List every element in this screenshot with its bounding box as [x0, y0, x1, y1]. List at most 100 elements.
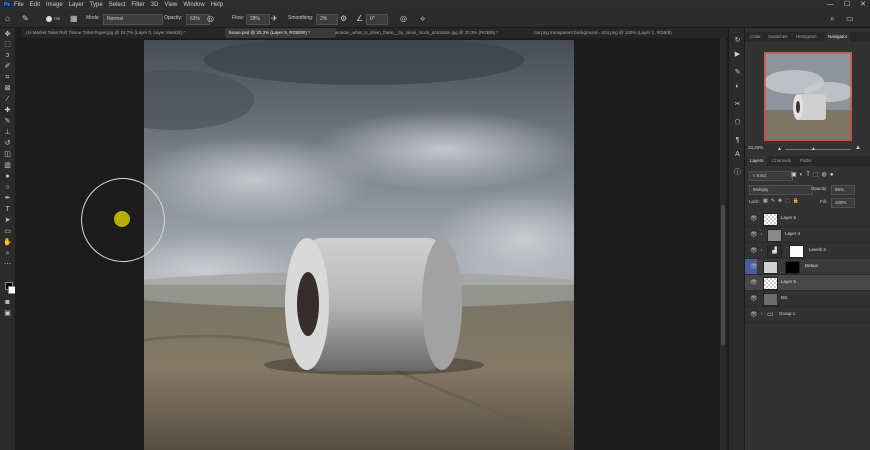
- flow-input[interactable]: 28%: [246, 14, 270, 25]
- frame-tool-icon[interactable]: ⊠: [3, 84, 12, 93]
- pressure-opacity-icon[interactable]: ◎: [207, 14, 214, 23]
- layer-row-bg[interactable]: 👁 BG: [745, 291, 870, 307]
- menu-view[interactable]: View: [164, 0, 177, 10]
- layer-row-layer-4[interactable]: 👁 ↓ Layer 4: [745, 227, 870, 243]
- brush-tool-icon[interactable]: ✎: [22, 14, 29, 23]
- quick-mask-icon[interactable]: ◙: [3, 298, 12, 307]
- smoothing-input[interactable]: 2%: [316, 14, 338, 25]
- group-expand-chevron-icon[interactable]: ›: [761, 311, 763, 317]
- layer-opacity-input[interactable]: 86%: [831, 185, 855, 195]
- crop-tool-icon[interactable]: ⌗: [3, 73, 12, 82]
- minimize-button[interactable]: —: [827, 0, 834, 10]
- history-brush-tool-icon[interactable]: ↺: [3, 139, 12, 148]
- visibility-eye-icon[interactable]: 👁: [750, 295, 758, 302]
- layer-row-mask[interactable]: 👁 Bевых: [745, 259, 870, 275]
- layer-row-group-1[interactable]: 👁 › ▭ Group 1: [745, 307, 870, 323]
- properties-panel-icon[interactable]: ✎: [733, 68, 742, 77]
- artboard-tool-icon[interactable]: ⬚: [3, 40, 12, 49]
- tab-toilet-paper[interactable]: Us Market Toilet Roll Tissue Toilet Pape…: [22, 28, 230, 38]
- brush-tool-icon-sidebar[interactable]: ✎: [3, 117, 12, 126]
- scrollbar-thumb[interactable]: [721, 205, 725, 345]
- visibility-eye-icon[interactable]: 👁: [750, 231, 758, 238]
- quick-select-tool-icon[interactable]: ✐: [3, 62, 12, 71]
- layer-filter-select[interactable]: ⌕ Kind: [749, 171, 793, 181]
- menu-window[interactable]: Window: [183, 0, 204, 10]
- lock-icons[interactable]: ▦✎✥⬚🔒: [763, 198, 802, 204]
- lasso-tool-icon[interactable]: ↄ: [3, 51, 12, 60]
- screen-mode-icon[interactable]: ▣: [3, 309, 12, 318]
- tab-navigator[interactable]: Navigator: [825, 32, 851, 42]
- angle-input[interactable]: 0°: [366, 14, 388, 25]
- eraser-tool-icon[interactable]: ◫: [3, 150, 12, 159]
- tab-layers[interactable]: Layers: [747, 156, 767, 166]
- move-tool-icon[interactable]: ✥: [3, 30, 12, 39]
- tab-channels[interactable]: Channels: [769, 156, 794, 166]
- layer-filter-icons[interactable]: ▣◐T⬚◍●: [791, 171, 837, 178]
- menu-layer[interactable]: Layer: [69, 0, 84, 10]
- document-canvas[interactable]: [144, 40, 574, 450]
- adjustments-panel-icon[interactable]: ◐: [733, 82, 742, 91]
- home-icon[interactable]: ⌂: [5, 14, 10, 23]
- fill-input[interactable]: 100%: [831, 198, 855, 208]
- menu-help[interactable]: Help: [211, 0, 223, 10]
- tab-color[interactable]: Color: [747, 32, 764, 42]
- zoom-in-icon[interactable]: ▲: [855, 145, 861, 151]
- zoom-out-icon[interactable]: ▲: [777, 146, 782, 152]
- brushes-panel-icon[interactable]: ✂: [733, 100, 742, 109]
- brush-preset-picker[interactable]: 700: [46, 14, 60, 23]
- visibility-eye-icon[interactable]: 👁: [750, 215, 758, 222]
- tab-histogram[interactable]: Histogram: [793, 32, 820, 42]
- zoom-slider[interactable]: [785, 149, 851, 150]
- smoothing-options-gear-icon[interactable]: ⚙: [340, 14, 347, 23]
- hand-tool-icon[interactable]: ✋: [3, 238, 12, 247]
- mode-select[interactable]: Normal: [103, 14, 163, 25]
- tab-paths[interactable]: Paths: [797, 156, 815, 166]
- menu-type[interactable]: Type: [90, 0, 103, 10]
- zoom-tool-icon[interactable]: ⌕: [3, 249, 12, 258]
- menu-select[interactable]: Select: [109, 0, 126, 10]
- menu-edit[interactable]: Edit: [30, 0, 40, 10]
- path-selection-tool-icon[interactable]: ➤: [3, 216, 12, 225]
- zoom-slider-thumb[interactable]: ▲: [811, 146, 816, 152]
- menu-file[interactable]: File: [14, 0, 24, 10]
- workspace-icon[interactable]: ▭: [846, 14, 854, 23]
- more-tools-icon[interactable]: ⋯: [3, 260, 12, 269]
- gradient-tool-icon[interactable]: ▥: [3, 161, 12, 170]
- close-button[interactable]: ✕: [860, 0, 866, 10]
- visibility-eye-icon[interactable]: 👁: [750, 247, 758, 254]
- pen-tool-icon[interactable]: ✒: [3, 194, 12, 203]
- maximize-button[interactable]: ☐: [844, 0, 850, 10]
- blur-tool-icon[interactable]: ●: [3, 172, 12, 181]
- actions-panel-icon[interactable]: ▶: [733, 50, 742, 59]
- visibility-eye-icon[interactable]: 👁: [750, 311, 758, 318]
- eyedropper-tool-icon[interactable]: ⁄: [3, 95, 12, 104]
- navigator-preview[interactable]: [764, 52, 854, 141]
- layer-row-layer-5[interactable]: 👁 Layer 5: [745, 275, 870, 291]
- tab-tissue-psd[interactable]: tissue.psd @ 33,3% (Layer 5, RGB/8#) *: [225, 28, 336, 38]
- healing-brush-tool-icon[interactable]: ✚: [3, 106, 12, 115]
- brush-settings-icon[interactable]: ▦: [70, 14, 78, 23]
- tab-swatches[interactable]: Swatches: [765, 32, 791, 42]
- navigator-zoom-value[interactable]: 33,33%: [748, 145, 763, 150]
- paragraph-panel-icon[interactable]: ¶: [733, 136, 742, 145]
- menu-3d[interactable]: 3D: [151, 0, 159, 10]
- clone-stamp-tool-icon[interactable]: ⊥: [3, 128, 12, 137]
- type-tool-icon[interactable]: T: [3, 205, 12, 214]
- menu-image[interactable]: Image: [46, 0, 63, 10]
- blend-mode-select[interactable]: Multiply: [749, 185, 813, 195]
- shape-tool-icon[interactable]: ▭: [3, 227, 12, 236]
- layer-row-levels-3[interactable]: 👁 ↓ ▟ Levels 3: [745, 243, 870, 259]
- pressure-size-icon[interactable]: ◎: [400, 14, 407, 23]
- tab-wonder-stock[interactable]: wonder_what_is_down_there__by_sirius_sto…: [331, 28, 535, 38]
- search-icon[interactable]: ⌕: [830, 14, 834, 23]
- history-panel-icon[interactable]: ↻: [733, 36, 742, 45]
- character-panel-icon[interactable]: A: [733, 150, 742, 159]
- menu-filter[interactable]: Filter: [131, 0, 144, 10]
- airbrush-icon[interactable]: ✈: [271, 14, 278, 23]
- visibility-eye-icon[interactable]: 👁: [750, 263, 758, 270]
- layer-row-layer-6[interactable]: 👁 Layer 6: [745, 211, 870, 227]
- visibility-eye-icon[interactable]: 👁: [750, 279, 758, 286]
- tab-cat-png[interactable]: cat png transparent background - 624.png…: [530, 28, 728, 38]
- info-panel-icon[interactable]: ⓘ: [733, 168, 742, 177]
- dodge-tool-icon[interactable]: ○: [3, 183, 12, 192]
